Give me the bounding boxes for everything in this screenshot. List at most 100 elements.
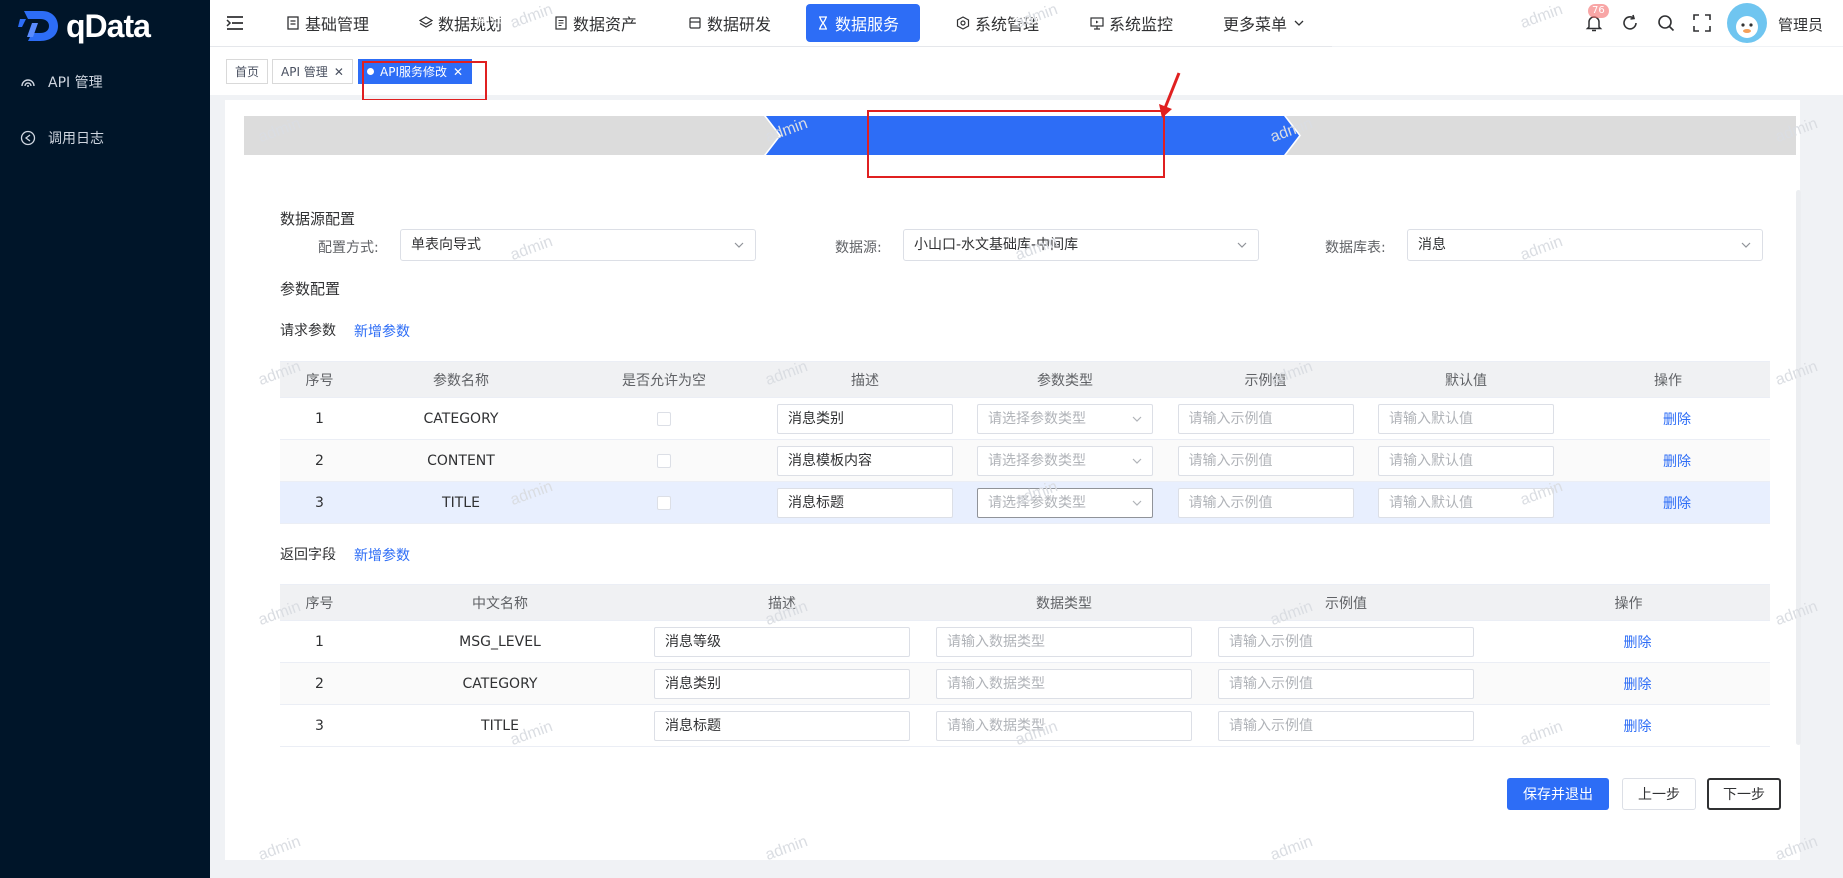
sidebar-item-label: API 管理 bbox=[48, 75, 103, 91]
nullable-checkbox[interactable] bbox=[657, 495, 671, 510]
step-attributes[interactable]: 属性配置 bbox=[244, 0, 764, 39]
table-row: 3 TITLE 消息标题 请选择参数类型 请输入示例值 请输入默认值 删除 bbox=[280, 481, 1770, 524]
desc-input[interactable]: 消息类别 bbox=[777, 403, 953, 434]
col-header: 描述 bbox=[765, 361, 965, 398]
default-input[interactable]: 请输入默认值 bbox=[1378, 403, 1554, 434]
default-input[interactable]: 请输入默认值 bbox=[1378, 445, 1554, 476]
save-exit-button[interactable]: 保存并退出 bbox=[1507, 778, 1609, 810]
row-no: 3 bbox=[280, 704, 359, 747]
config-mode-label: 配置方式: bbox=[318, 240, 379, 256]
example-input[interactable]: 请输入示例值 bbox=[1218, 668, 1474, 699]
select-placeholder: 请选择参数类型 bbox=[988, 494, 1086, 511]
delete-button[interactable]: 删除 bbox=[1663, 412, 1691, 428]
log-icon bbox=[20, 130, 36, 146]
data-type-input[interactable]: 请输入数据类型 bbox=[936, 626, 1192, 657]
example-input[interactable]: 请输入示例值 bbox=[1218, 626, 1474, 657]
desc-input[interactable]: 消息标题 bbox=[654, 710, 910, 741]
col-header: 参数类型 bbox=[965, 361, 1165, 398]
col-header: 示例值 bbox=[1165, 361, 1366, 398]
col-header: 参数名称 bbox=[359, 361, 563, 398]
return-fields-label: 返回字段 bbox=[280, 547, 336, 563]
param-name: TITLE bbox=[359, 481, 563, 524]
logo-text: qData bbox=[66, 7, 151, 44]
request-params-table: 序号 参数名称 是否允许为空 描述 参数类型 示例值 默认值 操作 1 CATE… bbox=[280, 361, 1770, 524]
request-params-label: 请求参数 bbox=[280, 323, 336, 339]
table-row: 3 TITLE 消息标题 请输入数据类型 请输入示例值 删除 bbox=[280, 704, 1770, 747]
row-no: 1 bbox=[280, 397, 359, 440]
chevron-down-icon bbox=[734, 242, 744, 248]
logo-mark-icon bbox=[18, 11, 58, 41]
desc-input[interactable]: 消息标题 bbox=[777, 487, 953, 518]
col-header: 序号 bbox=[280, 584, 359, 621]
tab-home[interactable]: 首页 bbox=[226, 59, 269, 84]
annotation-box bbox=[362, 61, 487, 101]
menu-toggle-icon[interactable] bbox=[226, 14, 244, 32]
col-header: 描述 bbox=[641, 584, 923, 621]
sidebar-item-log[interactable]: 调用日志 bbox=[20, 128, 104, 148]
select-placeholder: 请选择参数类型 bbox=[988, 410, 1086, 427]
col-header: 操作 bbox=[1487, 584, 1770, 621]
add-request-param-button[interactable]: 新增参数 bbox=[354, 321, 410, 341]
row-no: 2 bbox=[280, 439, 359, 482]
delete-button[interactable]: 删除 bbox=[1624, 719, 1652, 735]
example-input[interactable]: 请输入示例值 bbox=[1177, 403, 1354, 434]
col-header: 序号 bbox=[280, 361, 359, 398]
chevron-down-icon bbox=[1741, 242, 1751, 248]
data-type-input[interactable]: 请输入数据类型 bbox=[936, 710, 1192, 741]
sidebar-item-api[interactable]: API 管理 bbox=[20, 72, 103, 92]
vertical-scrollbar[interactable] bbox=[1796, 190, 1801, 745]
sidebar: qData API 管理 调用日志 bbox=[0, 0, 210, 878]
datasource-select[interactable]: 小山口-水文基础库-中间库 bbox=[903, 229, 1259, 261]
chevron-down-icon bbox=[1132, 500, 1142, 506]
config-mode-select[interactable]: 单表向导式 bbox=[400, 229, 756, 261]
tab-label: 首页 bbox=[235, 65, 260, 79]
chevron-down-icon bbox=[1132, 458, 1142, 464]
tab-api-management[interactable]: API 管理 ✕ bbox=[272, 59, 353, 84]
default-input[interactable]: 请输入默认值 bbox=[1378, 487, 1554, 518]
next-step-button[interactable]: 下一步 bbox=[1707, 778, 1781, 810]
tab-label: API 管理 bbox=[281, 65, 328, 79]
datasource-section-title: 数据源配置 bbox=[280, 210, 356, 228]
desc-input[interactable]: 消息类别 bbox=[654, 668, 910, 699]
table-row: 2 CATEGORY 消息类别 请输入数据类型 请输入示例值 删除 bbox=[280, 662, 1770, 705]
return-fields-table: 序号 中文名称 描述 数据类型 示例值 操作 1 MSG_LEVEL 消息等级 … bbox=[280, 584, 1770, 747]
param-name: CONTENT bbox=[359, 439, 563, 482]
field-name: TITLE bbox=[359, 704, 641, 747]
col-header: 默认值 bbox=[1366, 361, 1566, 398]
sidebar-item-label: 调用日志 bbox=[48, 131, 104, 147]
desc-input[interactable]: 消息等级 bbox=[654, 626, 910, 657]
step-params[interactable]: 参数配置 bbox=[780, 0, 1300, 39]
example-input[interactable]: 请输入示例值 bbox=[1177, 487, 1354, 518]
close-icon[interactable]: ✕ bbox=[334, 65, 344, 79]
delete-button[interactable]: 删除 bbox=[1624, 635, 1652, 651]
app-logo[interactable]: qData bbox=[18, 6, 151, 46]
param-type-select[interactable]: 请选择参数类型 bbox=[977, 487, 1153, 518]
datasource-label: 数据源: bbox=[835, 240, 882, 256]
nullable-checkbox[interactable] bbox=[657, 411, 671, 426]
select-value: 单表向导式 bbox=[411, 237, 481, 253]
select-value: 消息 bbox=[1418, 237, 1446, 253]
table-header-row: 序号 参数名称 是否允许为空 描述 参数类型 示例值 默认值 操作 bbox=[280, 361, 1770, 398]
chevron-down-icon bbox=[1237, 242, 1247, 248]
row-no: 1 bbox=[280, 620, 359, 663]
prev-step-button[interactable]: 上一步 bbox=[1622, 778, 1696, 810]
col-header: 中文名称 bbox=[359, 584, 641, 621]
add-return-field-button[interactable]: 新增参数 bbox=[354, 545, 410, 565]
db-table-select[interactable]: 消息 bbox=[1407, 229, 1763, 261]
table-row: 1 MSG_LEVEL 消息等级 请输入数据类型 请输入示例值 删除 bbox=[280, 620, 1770, 663]
chevron-down-icon bbox=[1132, 416, 1142, 422]
param-type-select[interactable]: 请选择参数类型 bbox=[977, 403, 1153, 434]
nullable-checkbox[interactable] bbox=[657, 453, 671, 468]
data-type-input[interactable]: 请输入数据类型 bbox=[936, 668, 1192, 699]
delete-button[interactable]: 删除 bbox=[1624, 677, 1652, 693]
example-input[interactable]: 请输入示例值 bbox=[1177, 445, 1354, 476]
col-header: 示例值 bbox=[1205, 584, 1487, 621]
example-input[interactable]: 请输入示例值 bbox=[1218, 710, 1474, 741]
db-table-label: 数据库表: bbox=[1325, 240, 1386, 256]
delete-button[interactable]: 删除 bbox=[1663, 496, 1691, 512]
desc-input[interactable]: 消息模板内容 bbox=[777, 445, 953, 476]
param-type-select[interactable]: 请选择参数类型 bbox=[977, 445, 1153, 476]
step-test[interactable]: 测试 bbox=[1300, 0, 1790, 39]
annotation-box bbox=[867, 110, 1165, 178]
delete-button[interactable]: 删除 bbox=[1663, 454, 1691, 470]
